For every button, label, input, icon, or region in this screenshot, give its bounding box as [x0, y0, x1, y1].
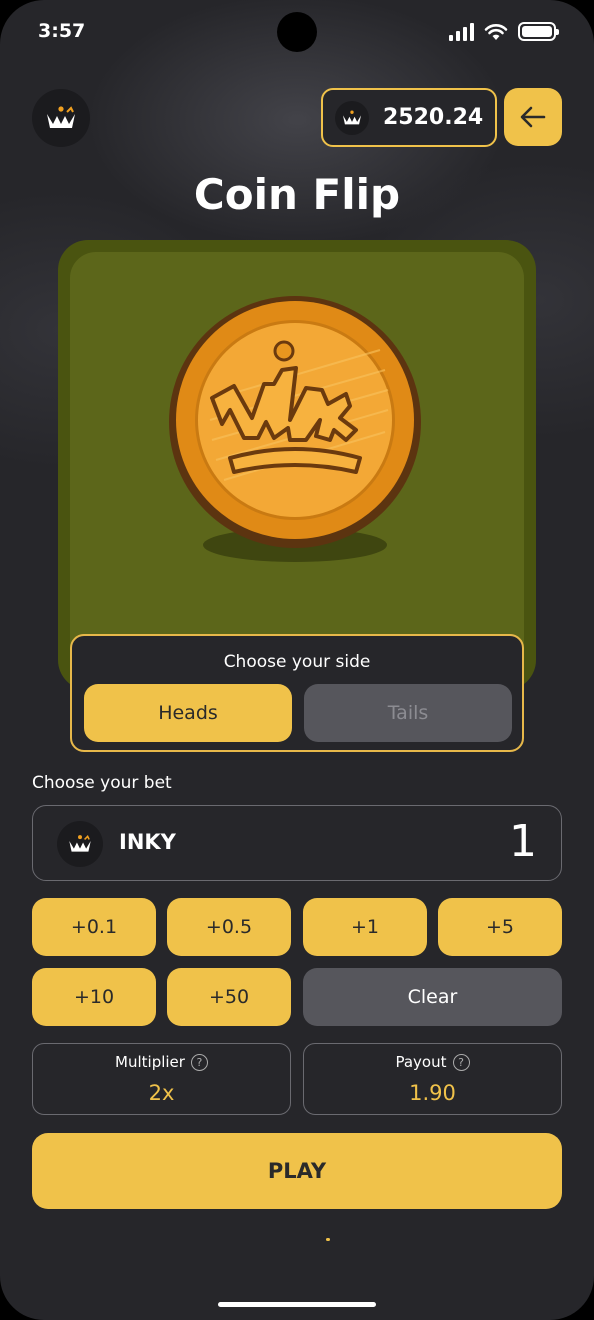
status-time: 3:57 — [38, 20, 86, 42]
help-icon[interactable]: ? — [190, 1053, 208, 1071]
page-title: Coin Flip — [193, 170, 401, 219]
coin-icon — [169, 296, 421, 562]
bet-label: Choose your bet — [32, 773, 172, 793]
balance-display: 2520.24 — [321, 88, 497, 147]
quick-bet-0.1-button[interactable]: +0.1 — [32, 898, 156, 956]
signal-icon — [449, 22, 474, 41]
loading-dot — [326, 1238, 330, 1241]
camera-cutout — [277, 12, 317, 52]
status-icons — [449, 22, 559, 41]
quick-bet-0.5-button[interactable]: +0.5 — [167, 898, 291, 956]
battery-icon — [518, 22, 559, 41]
back-arrow-icon — [520, 106, 546, 128]
balance-value: 2520.24 — [383, 105, 484, 130]
app-screen: 3:57 2520.24 Coin Flip Choose your side … — [0, 0, 594, 1320]
tails-button[interactable]: Tails — [304, 684, 512, 742]
crown-logo-icon — [47, 106, 75, 128]
wifi-icon — [484, 23, 508, 40]
quick-bet-5-button[interactable]: +5 — [438, 898, 562, 956]
bet-amount-field[interactable]: INKY 1 — [32, 805, 562, 881]
multiplier-label: Multiplier — [115, 1053, 185, 1071]
play-button[interactable]: PLAY — [32, 1133, 562, 1209]
app-logo-button[interactable] — [32, 89, 90, 147]
multiplier-box: Multiplier ? 2x — [32, 1043, 291, 1115]
heads-button[interactable]: Heads — [84, 684, 292, 742]
back-button[interactable] — [504, 88, 562, 146]
payout-box: Payout ? 1.90 — [303, 1043, 562, 1115]
token-logo-icon — [335, 100, 369, 135]
quick-bet-10-button[interactable]: +10 — [32, 968, 156, 1026]
quick-bet-50-button[interactable]: +50 — [167, 968, 291, 1026]
side-chooser-label: Choose your side — [223, 652, 371, 672]
token-logo-icon — [57, 821, 103, 867]
multiplier-value: 2x — [148, 1081, 175, 1105]
clear-button[interactable]: Clear — [303, 968, 562, 1026]
payout-value: 1.90 — [409, 1081, 456, 1105]
help-icon[interactable]: ? — [452, 1053, 470, 1071]
side-chooser: Choose your side Heads Tails — [70, 634, 524, 752]
home-indicator[interactable] — [218, 1302, 376, 1307]
bet-amount-value: 1 — [509, 816, 537, 867]
bet-token-name: INKY — [119, 830, 176, 854]
quick-bet-1-button[interactable]: +1 — [303, 898, 427, 956]
payout-label: Payout — [395, 1053, 447, 1071]
